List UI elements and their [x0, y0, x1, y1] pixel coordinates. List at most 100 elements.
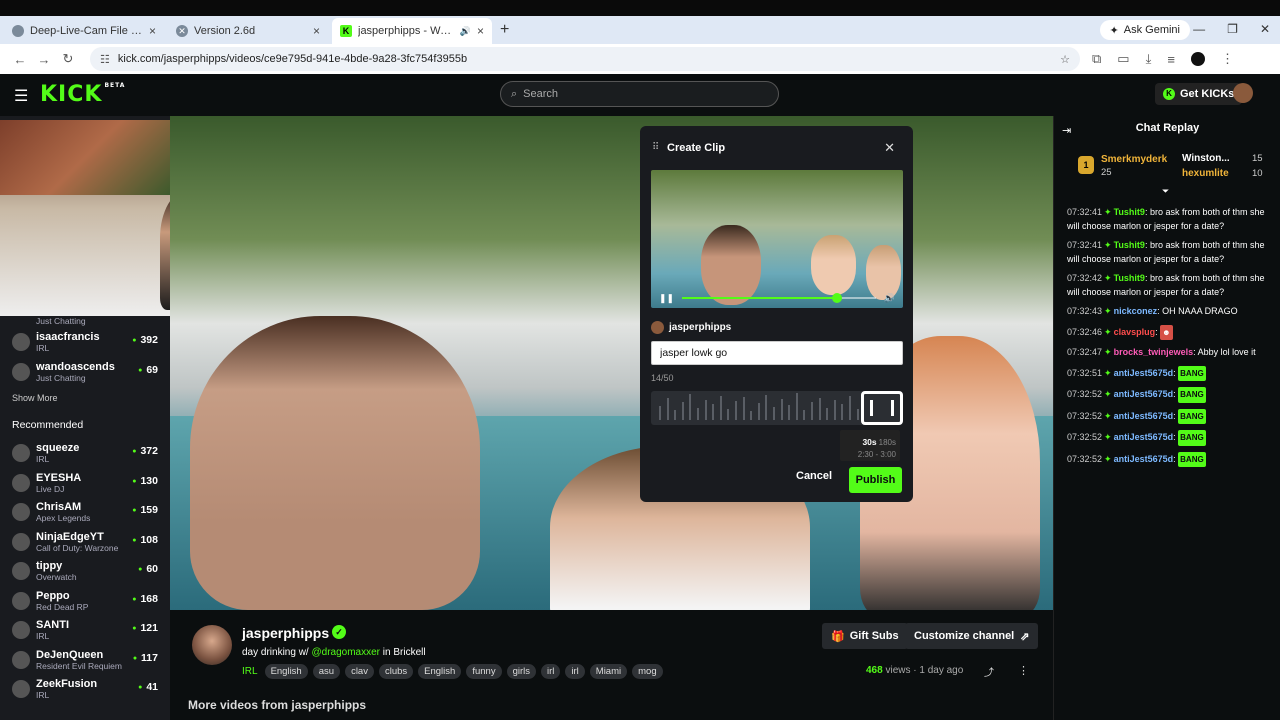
bookmark-star-icon[interactable]: ☆ — [1060, 53, 1070, 66]
restore-icon[interactable]: ❐ — [1227, 22, 1238, 36]
chat-username[interactable]: Tushit9 — [1114, 240, 1145, 250]
gift-subs-button[interactable]: 🎁 Gift Subs — [822, 623, 908, 649]
more-options-icon[interactable]: ⋮ — [1018, 664, 1029, 677]
new-tab-icon[interactable]: + — [492, 21, 517, 44]
preview-progress-bar[interactable] — [682, 293, 876, 303]
webcam-overlay-left — [0, 120, 170, 316]
tag-chip[interactable]: mog — [632, 664, 663, 679]
sidebar-item-dejenqueen[interactable]: DeJenQueenResident Evil Requiem117 — [0, 646, 170, 676]
chat-username[interactable]: Tushit9 — [1114, 273, 1145, 283]
waveform-bar — [849, 396, 851, 420]
close-tab-icon[interactable]: × — [149, 24, 156, 38]
tag-chip[interactable]: irl — [541, 664, 561, 679]
chat-username[interactable]: antiJest5675d — [1114, 432, 1174, 442]
clip-title-input[interactable] — [651, 341, 903, 365]
forward-icon[interactable]: → — [32, 52, 56, 67]
sub-badge-icon: ✦ — [1104, 240, 1112, 250]
chat-username[interactable]: antiJest5675d — [1114, 411, 1174, 421]
emote: BANG — [1178, 451, 1206, 467]
reading-list-icon[interactable]: ≡ — [1167, 52, 1175, 67]
sidebar-item-wandoascends[interactable]: wandoascends Just Chatting 69 — [0, 358, 170, 388]
leader-name[interactable]: hexumlite — [1182, 168, 1229, 179]
url-field[interactable]: ☷ kick.com/jasperphipps/videos/ce9e795d-… — [90, 47, 1080, 71]
clip-channel: jasperphipps — [651, 321, 731, 334]
hamburger-menu-icon[interactable]: ☰ — [14, 86, 28, 106]
leader-name[interactable]: Smerkmyderk — [1101, 154, 1167, 165]
streamer-name[interactable]: jasperphipps — [242, 625, 329, 641]
close-window-icon[interactable]: ✕ — [1260, 22, 1270, 36]
sound-icon[interactable]: 🔊 — [460, 26, 471, 37]
publish-button[interactable]: Publish — [849, 467, 902, 493]
mention-link[interactable]: @dragomaxxer — [311, 647, 380, 658]
tab-version[interactable]: ✕ Version 2.6d × — [168, 18, 328, 44]
chat-filter-icon[interactable]: ⏷ — [1162, 186, 1169, 197]
profile-icon[interactable] — [1190, 52, 1205, 66]
sidebar-item-santi[interactable]: SANTIIRL121 — [0, 616, 170, 646]
tag-chip[interactable]: girls — [506, 664, 536, 679]
tag-chip[interactable]: English — [264, 664, 308, 679]
sub-badge-icon: ✦ — [1104, 367, 1112, 378]
menu-icon[interactable]: ⋮ — [1221, 51, 1234, 67]
drag-handle-icon[interactable]: ⠿ — [652, 142, 659, 153]
progress-knob[interactable] — [832, 293, 843, 303]
leader-count: 25 — [1101, 167, 1112, 178]
close-tab-icon[interactable]: × — [477, 24, 484, 38]
tag-chip[interactable]: clubs — [378, 664, 414, 679]
chat-username[interactable]: clavsplug — [1114, 327, 1156, 337]
dialog-title: Create Clip — [667, 142, 726, 154]
tab-kick[interactable]: K jasperphipps - Watch the V 🔊 × — [332, 18, 492, 44]
chat-username[interactable]: antiJest5675d — [1114, 389, 1174, 399]
tag-chip[interactable]: English — [418, 664, 462, 679]
share-icon[interactable]: ⤴ — [984, 664, 994, 679]
cancel-button[interactable]: Cancel — [796, 470, 832, 482]
chat-username[interactable]: nickconez — [1114, 306, 1158, 316]
minimize-icon[interactable]: — — [1193, 22, 1205, 36]
site-info-icon[interactable]: ☷ — [100, 53, 110, 66]
external-link-icon: ⇗ — [1020, 630, 1030, 643]
progress-fill — [682, 297, 838, 299]
preview-controls: ❚❚ 🔊 — [651, 288, 903, 308]
ask-gemini-button[interactable]: ✦ Ask Gemini — [1099, 20, 1190, 40]
show-more-link[interactable]: Show More — [0, 387, 170, 413]
customize-channel-button[interactable]: Customize channel ⇗ — [905, 623, 1039, 649]
leader-name[interactable]: Winston... — [1182, 153, 1230, 164]
chat-username[interactable]: Tushit9 — [1114, 207, 1145, 217]
close-tab-icon[interactable]: × — [313, 24, 320, 38]
tab-deep-live-cam[interactable]: Deep-Live-Cam File Error × — [4, 18, 164, 44]
pause-icon[interactable]: ❚❚ — [659, 293, 674, 304]
clip-timeline[interactable] — [651, 391, 903, 425]
reload-icon[interactable]: ↻ — [56, 51, 80, 67]
chat-username[interactable]: antiJest5675d — [1114, 368, 1174, 378]
clip-preview[interactable]: ❚❚ 🔊 — [651, 170, 903, 308]
preview-person — [811, 235, 856, 295]
back-icon[interactable]: ← — [8, 52, 32, 67]
sidebar-item-squeeze[interactable]: squeezeIRL372 — [0, 439, 170, 469]
sidebar-item-eyesha[interactable]: EYESHALive DJ130 — [0, 469, 170, 499]
tag-chip[interactable]: clav — [345, 664, 374, 679]
tag-chip[interactable]: Miami — [589, 664, 628, 679]
user-avatar[interactable] — [1233, 83, 1253, 103]
cast-icon[interactable]: ▭ — [1117, 51, 1129, 67]
chat-username[interactable]: brocks_twinjewels — [1114, 347, 1194, 357]
extensions-icon[interactable]: ⧉ — [1092, 51, 1101, 67]
download-icon[interactable]: ⤓ — [1146, 51, 1152, 67]
tag-chip[interactable]: asu — [312, 664, 341, 679]
kick-logo[interactable]: KICK BETA — [40, 82, 125, 107]
tag-chip[interactable]: funny — [466, 664, 502, 679]
tag-chip[interactable]: irl — [565, 664, 585, 679]
volume-icon[interactable]: 🔊 — [884, 293, 895, 304]
video-player[interactable] — [170, 116, 1053, 610]
sidebar-item-ninjaedgeyt[interactable]: NinjaEdgeYTCall of Duty: Warzone108 — [0, 528, 170, 558]
close-icon[interactable]: ✕ — [884, 140, 895, 156]
sidebar-item-peppo[interactable]: PeppoRed Dead RP168 — [0, 587, 170, 617]
search-input[interactable]: ⌕ Search — [500, 81, 779, 107]
sidebar-item-zeekfusion[interactable]: ZeekFusionIRL41 — [0, 675, 170, 705]
clip-range-selector[interactable] — [861, 391, 903, 425]
streamer-avatar[interactable] — [192, 625, 232, 665]
sidebar-item-isaacfrancis[interactable]: isaacfrancis IRL 392 — [0, 328, 170, 358]
sidebar-item-tippy[interactable]: tippyOverwatch60 — [0, 557, 170, 587]
get-kicks-button[interactable]: K Get KICKs — [1155, 83, 1243, 105]
tag-chip[interactable]: IRL — [242, 666, 258, 677]
sidebar-item-chrisam[interactable]: ChrisAMApex Legends159 — [0, 498, 170, 528]
chat-username[interactable]: antiJest5675d — [1114, 454, 1174, 464]
